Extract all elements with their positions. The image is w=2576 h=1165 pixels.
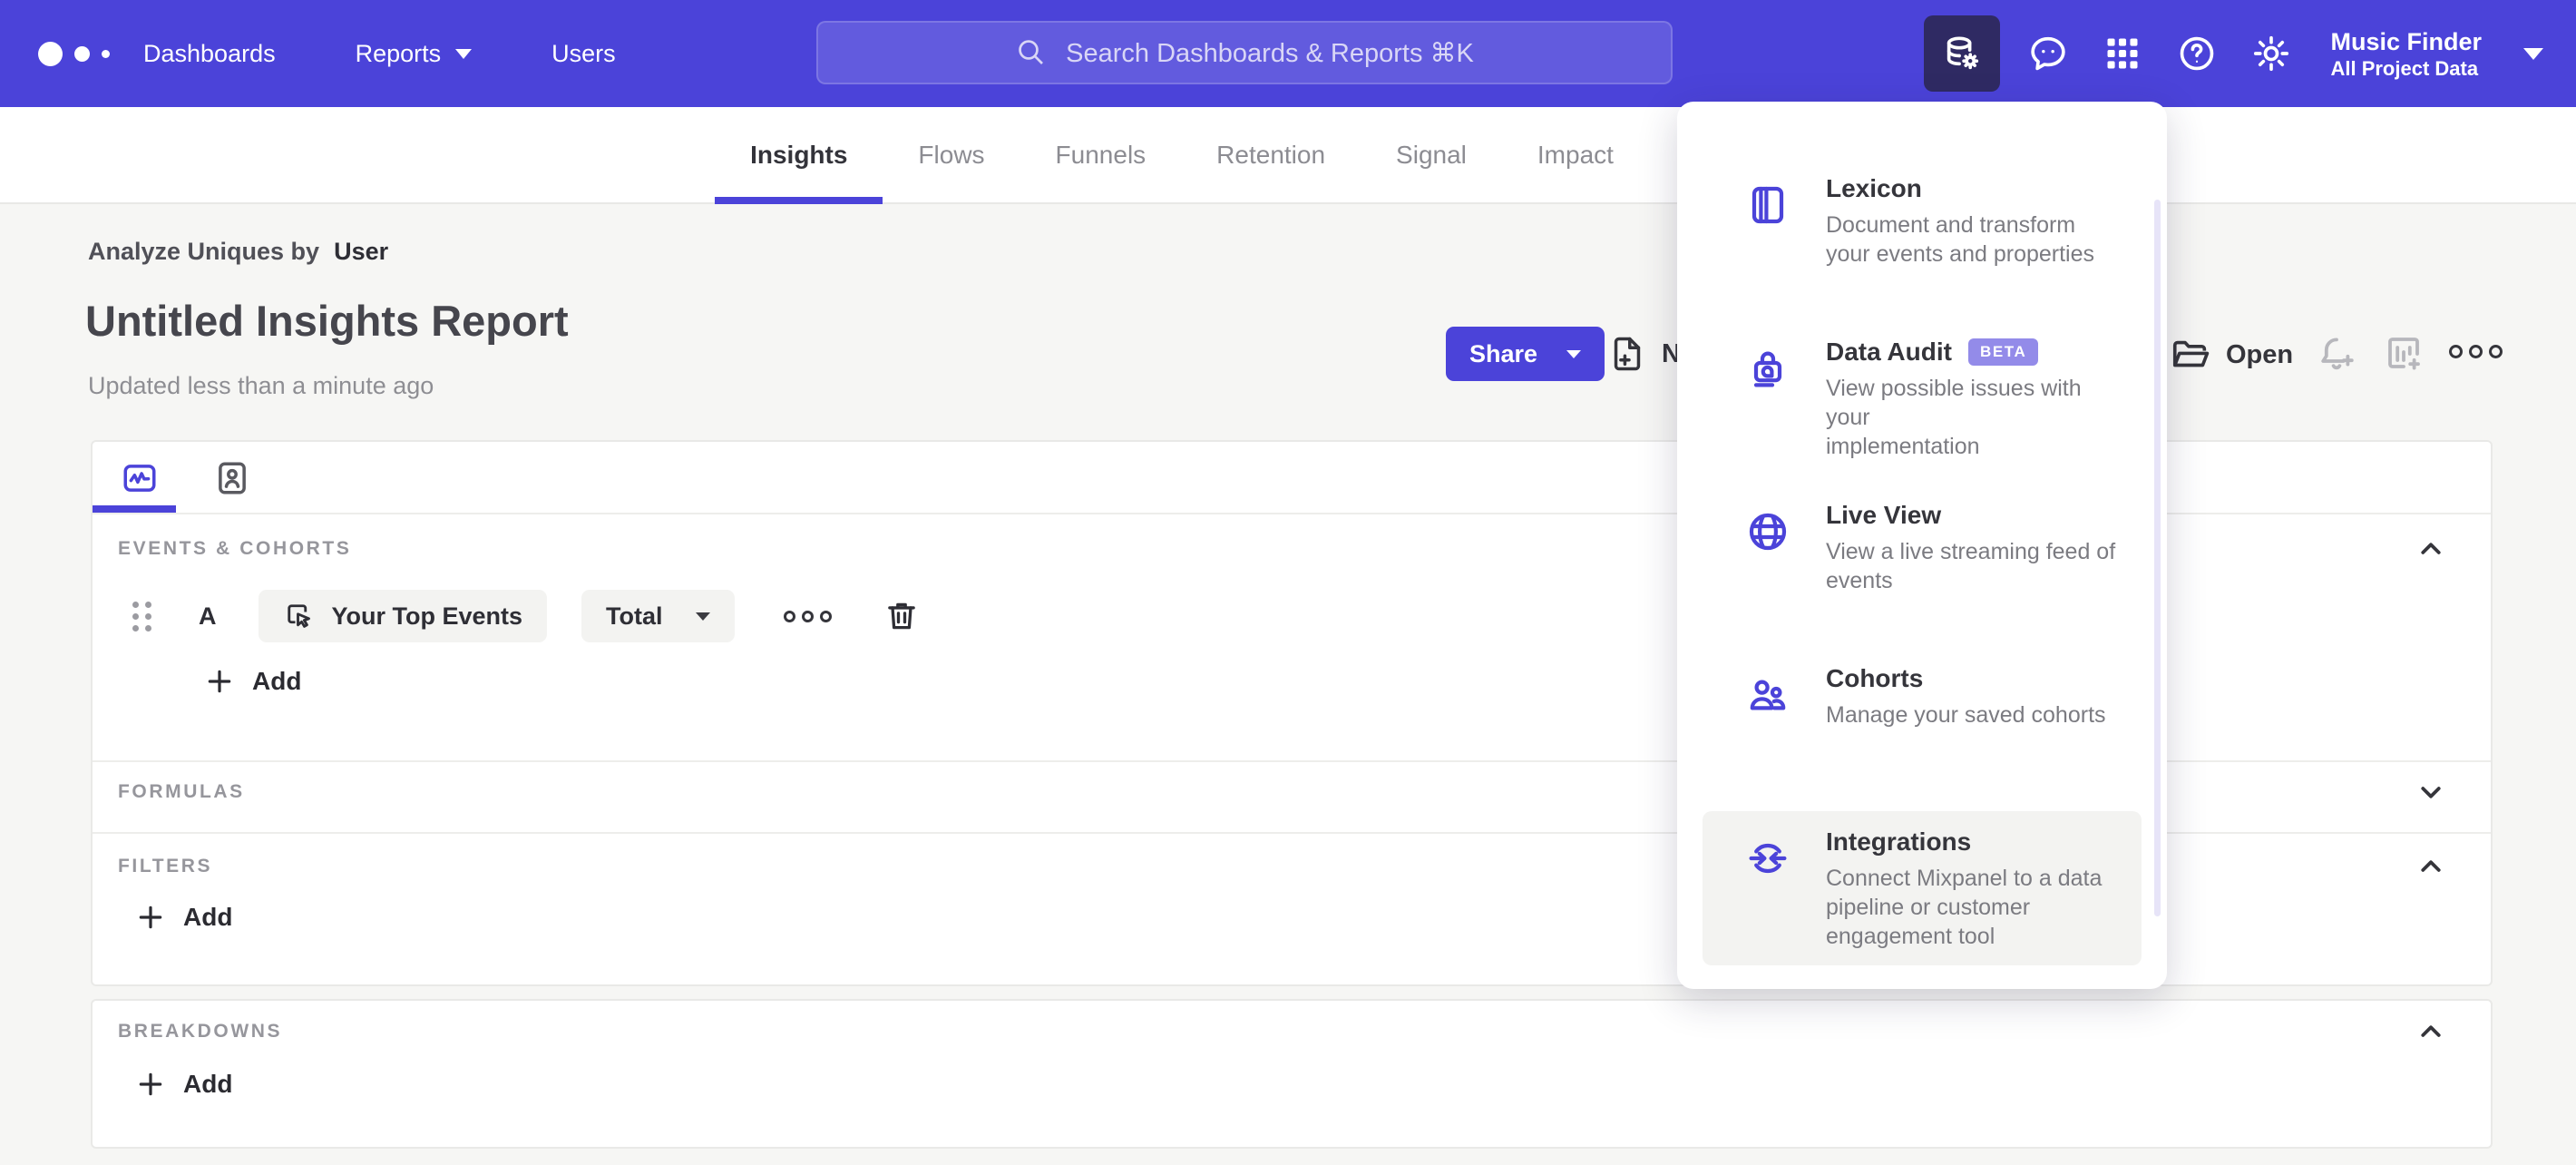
event-name: Your Top Events — [331, 602, 523, 630]
settings-button[interactable] — [2245, 27, 2298, 80]
caret-down-icon — [695, 612, 710, 621]
analyze-uniques-row: Analyze Uniques by User — [88, 238, 388, 266]
trash-icon — [887, 602, 915, 630]
chart-plus-icon — [2388, 338, 2420, 370]
menu-item-data-audit[interactable]: Data Audit BETA View possible issues wit… — [1703, 321, 2142, 475]
data-audit-lock-icon — [1753, 351, 1782, 387]
chevron-up-icon — [2421, 860, 2441, 872]
alert-bell-plus-button[interactable] — [2315, 332, 2358, 376]
nav-links: Dashboards Reports Users — [143, 40, 696, 68]
report-tabbar: Insights Flows Funnels Retention Signal … — [0, 107, 2576, 204]
cohorts-people-icon — [1750, 680, 1786, 710]
top-navbar: Dashboards Reports Users Search Dashboar… — [0, 0, 2576, 107]
tab-insights[interactable]: Insights — [715, 107, 883, 204]
active-view-underline — [93, 505, 176, 513]
nav-reports[interactable]: Reports — [356, 40, 473, 68]
drag-handle[interactable] — [132, 601, 151, 631]
project-selector[interactable]: Music Finder All Project Data — [2330, 27, 2482, 81]
live-view-globe-icon — [1749, 513, 1787, 551]
apps-grid-button[interactable] — [2096, 27, 2149, 80]
tab-events-view[interactable] — [116, 456, 163, 500]
filters-collapse-button[interactable] — [2413, 848, 2449, 885]
menu-item-cohorts[interactable]: Cohorts Manage your saved cohorts — [1703, 648, 2142, 744]
chevron-up-icon — [2421, 1025, 2441, 1037]
add-event-button[interactable]: Add — [205, 667, 301, 696]
help-button[interactable] — [2171, 27, 2223, 80]
plus-icon — [139, 906, 162, 929]
feedback-button[interactable] — [2022, 27, 2074, 80]
plus-icon — [208, 670, 231, 693]
search-icon — [1019, 40, 1044, 64]
tab-impact[interactable]: Impact — [1502, 107, 1649, 202]
events-collapse-button[interactable] — [2413, 531, 2449, 567]
page-title[interactable]: Untitled Insights Report — [85, 296, 569, 346]
delete-event-button[interactable] — [883, 597, 921, 635]
insights-chart-icon — [123, 465, 156, 492]
nav-right-cluster: Music Finder All Project Data — [1924, 0, 2543, 107]
tab-signal[interactable]: Signal — [1361, 107, 1502, 202]
lexicon-book-icon — [1751, 186, 1784, 224]
add-filter-button[interactable]: Add — [136, 903, 232, 932]
filters-section-label: FILTERS — [118, 856, 213, 876]
search-input[interactable]: Search Dashboards & Reports ⌘K — [816, 21, 1673, 84]
event-picker-button[interactable]: Your Top Events — [258, 590, 548, 642]
database-gear-icon — [1947, 36, 1979, 70]
share-button[interactable]: Share — [1446, 327, 1605, 381]
nav-dashboards[interactable]: Dashboards — [143, 40, 276, 68]
builder-view-tabs — [116, 456, 256, 500]
beta-badge: BETA — [1967, 338, 2039, 366]
breakdowns-section-label: BREAKDOWNS — [118, 1021, 283, 1042]
plus-icon — [139, 1072, 162, 1096]
gear-icon — [2254, 35, 2289, 72]
tab-retention[interactable]: Retention — [1181, 107, 1361, 202]
project-scope: All Project Data — [2330, 56, 2479, 80]
menu-item-integrations[interactable]: Integrations Connect Mixpanel to a data … — [1703, 811, 2142, 965]
event-more-options-button[interactable] — [783, 610, 832, 622]
nav-users[interactable]: Users — [551, 40, 616, 68]
add-breakdown-button[interactable]: Add — [136, 1070, 232, 1099]
profile-card-icon — [219, 462, 246, 494]
open-report-button[interactable]: Open — [2170, 334, 2293, 376]
data-tools-menu: Lexicon Document and transform your even… — [1677, 102, 2167, 989]
analyze-label: Analyze Uniques by — [88, 238, 320, 265]
tab-funnels[interactable]: Funnels — [1020, 107, 1182, 202]
grid-icon — [2107, 38, 2138, 69]
caret-down-icon — [2523, 47, 2543, 60]
integrations-sync-icon — [1749, 843, 1787, 874]
tab-profiles-view[interactable] — [209, 456, 256, 500]
events-section-label: EVENTS & COHORTS — [118, 538, 352, 559]
bell-plus-icon — [2321, 338, 2354, 370]
add-to-board-button[interactable] — [2382, 332, 2425, 376]
metric-value: Total — [606, 602, 663, 630]
search-placeholder: Search Dashboards & Reports ⌘K — [1066, 38, 1474, 68]
open-folder-icon — [2172, 340, 2210, 367]
chevron-down-icon — [2421, 787, 2441, 798]
metric-dropdown[interactable]: Total — [581, 590, 735, 642]
formulas-section-label: FORMULAS — [118, 781, 245, 802]
caret-down-icon — [455, 48, 473, 59]
caret-down-icon — [1566, 349, 1582, 358]
project-name: Music Finder — [2330, 27, 2482, 55]
chat-bubble-icon — [2031, 36, 2066, 71]
data-management-button[interactable] — [1924, 15, 2001, 92]
event-row: A Your Top Events Total — [132, 590, 921, 642]
updated-timestamp: Updated less than a minute ago — [88, 372, 434, 399]
breakdowns-collapse-button[interactable] — [2413, 1013, 2449, 1050]
formulas-expand-button[interactable] — [2413, 774, 2449, 810]
menu-item-lexicon[interactable]: Lexicon Document and transform your even… — [1703, 158, 2142, 283]
mixpanel-logo-icon[interactable] — [38, 41, 136, 66]
report-more-options-button[interactable] — [2449, 345, 2503, 358]
question-mark-icon — [2181, 36, 2214, 71]
tab-flows[interactable]: Flows — [883, 107, 1020, 202]
event-letter: A — [199, 602, 217, 630]
breakdowns-card: BREAKDOWNS Add — [91, 999, 2493, 1149]
menu-item-live-view[interactable]: Live View View a live streaming feed of … — [1703, 485, 2142, 610]
analyze-value-dropdown[interactable]: User — [334, 238, 388, 265]
document-plus-icon — [1614, 337, 1641, 371]
event-icon — [287, 604, 310, 628]
chevron-up-icon — [2421, 543, 2441, 554]
